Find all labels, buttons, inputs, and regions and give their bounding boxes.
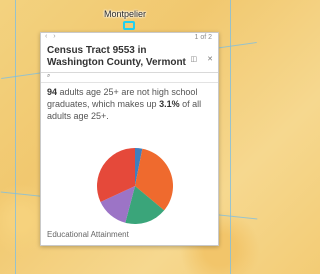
- popup-pager: 1 of 2: [194, 34, 212, 41]
- zoom-to-icon[interactable]: ⌕: [47, 73, 50, 80]
- map-selection-marker[interactable]: [123, 21, 135, 30]
- dock-icon[interactable]: ◫: [191, 56, 198, 63]
- chart-caption: Educational Attainment: [47, 230, 129, 239]
- chevron-right-icon[interactable]: ›: [53, 33, 57, 40]
- popup-toolbar: ⌕: [41, 73, 218, 82]
- map-city-label: Montpelier: [104, 9, 147, 19]
- close-icon[interactable]: ✕: [207, 56, 213, 63]
- popup-nav: ‹ ›: [45, 33, 58, 40]
- feature-popup: ‹ › 1 of 2 Census Tract 9553 in Washingt…: [40, 32, 219, 246]
- popup-topbar: ‹ › 1 of 2: [41, 33, 218, 44]
- educational-attainment-pie-chart[interactable]: [95, 146, 175, 226]
- popup-summary: 94 adults age 25+ are not high school gr…: [47, 86, 215, 122]
- popup-divider: [41, 82, 218, 83]
- chevron-left-icon[interactable]: ‹: [45, 33, 49, 40]
- map-road: [15, 0, 16, 274]
- popup-title-actions: ◫ ✕: [183, 55, 213, 63]
- popup-title: Census Tract 9553 in Washington County, …: [47, 45, 186, 68]
- summary-percent: 3.1%: [159, 99, 180, 109]
- map-road: [230, 0, 231, 274]
- summary-count: 94: [47, 87, 58, 97]
